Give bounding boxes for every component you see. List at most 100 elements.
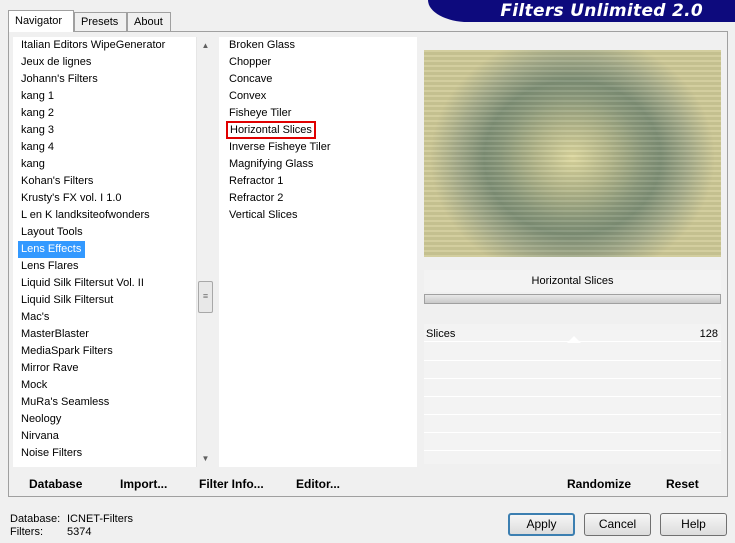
category-item-label: Johann's Filters [21,73,98,85]
status-database: Database: ICNET-Filters [10,513,133,525]
filter-item-label: Magnifying Glass [229,158,314,170]
category-item[interactable]: Neology [13,411,193,428]
category-item[interactable]: Noise Filters [13,445,193,462]
filter-item-label: Chopper [229,56,272,68]
cancel-button[interactable]: Cancel [584,513,651,536]
category-item[interactable]: Layout Tools [13,224,193,241]
filter-info-button[interactable]: Filter Info... [199,477,264,491]
filter-item[interactable]: Inverse Fisheye Tiler [219,139,417,156]
category-item[interactable]: MuRa's Seamless [13,394,193,411]
filter-list[interactable]: Broken Glass Chopper Concave Convex Fisheye … [219,37,417,467]
scroll-up-arrow-icon[interactable]: ▲ [197,37,213,54]
category-item[interactable]: kang 3 [13,122,193,139]
category-item[interactable]: kang 1 [13,88,193,105]
category-item-label: L en K landksiteofwonders [21,209,150,221]
category-item-label: Mirror Rave [21,362,79,374]
param-row-slices[interactable]: Slices 128 [424,325,721,343]
category-item-label: Jeux de lignes [21,56,92,68]
category-item[interactable]: Mock [13,377,193,394]
category-item[interactable]: kang 2 [13,105,193,122]
category-item-label: MasterBlaster [21,328,89,340]
category-item[interactable]: L en K landksiteofwonders [13,207,193,224]
tab-presets[interactable]: Presets [74,12,127,31]
preview-slider-bar[interactable] [424,294,721,304]
database-button[interactable]: Database [29,477,82,491]
filter-item[interactable]: Vertical Slices [219,207,417,224]
category-item-label: Layout Tools [21,226,83,238]
filter-item-label: Concave [229,73,273,85]
category-item[interactable]: Italian Editors WipeGenerator [13,37,193,54]
status-filters-label: Filters: [10,526,43,538]
category-item[interactable]: MediaSpark Filters [13,343,193,360]
category-item-label: kang 4 [21,141,55,153]
filter-item-label: Refractor 2 [229,192,284,204]
title-banner: Filters Unlimited 2.0 [428,0,735,22]
category-item-label: Neology [21,413,62,425]
status-database-label: Database: [10,513,61,525]
category-item[interactable]: Liquid Silk Filtersut [13,292,193,309]
category-item[interactable]: MasterBlaster [13,326,193,343]
filter-item-label: Convex [229,90,267,102]
filter-item[interactable]: Chopper [219,54,417,71]
reset-button[interactable]: Reset [666,477,699,491]
filter-item[interactable]: Refractor 2 [219,190,417,207]
randomize-button[interactable]: Randomize [567,477,631,491]
category-item-label: Lens Effects [18,241,86,258]
category-item[interactable]: Liquid Silk Filtersut Vol. II [13,275,193,292]
apply-button[interactable]: Apply [508,513,575,536]
param-value: 128 [699,328,718,340]
filter-item[interactable]: Horizontal Slices [219,121,417,139]
tab-navigator[interactable]: Navigator [8,10,74,32]
parameter-area: Slices 128 [424,324,721,464]
filter-item[interactable]: Concave [219,71,417,88]
category-item[interactable]: kang 4 [13,139,193,156]
filter-item[interactable]: Magnifying Glass [219,156,417,173]
filter-item[interactable]: Convex [219,88,417,105]
navigator-toolbar: Database Import... Filter Info... Editor… [13,470,418,497]
category-item[interactable]: Krusty's FX vol. I 1.0 [13,190,193,207]
param-divider [424,360,721,361]
import-button[interactable]: Import... [120,477,167,491]
status-database-value: ICNET-Filters [67,513,133,525]
category-item[interactable]: Mirror Rave [13,360,193,377]
category-item[interactable]: Johann's Filters [13,71,193,88]
category-list[interactable]: Italian Editors WipeGenerator Jeux de lig… [13,37,213,467]
category-items: Italian Editors WipeGenerator Jeux de lig… [13,37,193,462]
category-item[interactable]: Lens Effects [13,241,193,258]
param-slider-marker-icon[interactable] [567,336,581,343]
filter-item[interactable]: Fisheye Tiler [219,105,417,122]
category-item[interactable]: Nirvana [13,428,193,445]
category-item-label: Noise Filters [21,447,83,459]
help-button[interactable]: Help [660,513,727,536]
category-item-label: Mock [21,379,48,391]
filter-item-label: Broken Glass [229,39,296,51]
filter-item[interactable]: Broken Glass [219,37,417,54]
scroll-down-arrow-icon[interactable]: ▼ [197,450,213,467]
filter-preview-image [424,50,721,257]
category-item[interactable]: Mac's [13,309,193,326]
param-name: Slices [426,328,456,340]
category-item-label: Lens Flares [21,260,79,272]
status-filters: Filters: 5374 [10,526,91,538]
category-item-label: Nirvana [21,430,59,442]
category-item[interactable]: Kohan's Filters [13,173,193,190]
category-item-label: kang 1 [21,90,55,102]
category-item-label: Liquid Silk Filtersut Vol. II [21,277,144,289]
preview-filter-name: Horizontal Slices [424,270,721,292]
param-divider [424,396,721,397]
category-item[interactable]: Jeux de lignes [13,54,193,71]
category-item[interactable]: kang [13,156,193,173]
category-item-label: kang [21,158,45,170]
filter-item-label: Fisheye Tiler [229,107,292,119]
banner-title: Filters Unlimited 2.0 [500,1,703,21]
filter-item-label: Vertical Slices [229,209,298,221]
status-filters-value: 5374 [67,526,92,538]
tab-about[interactable]: About [127,12,171,31]
category-item[interactable]: Lens Flares [13,258,193,275]
filter-item[interactable]: Refractor 1 [219,173,417,190]
category-scrollbar[interactable]: ▲ ≡ ▼ [196,37,213,467]
editor-button[interactable]: Editor... [296,477,340,491]
scroll-thumb[interactable]: ≡ [198,281,213,313]
filter-item-label: Horizontal Slices [226,121,316,139]
category-item-label: MediaSpark Filters [21,345,113,357]
